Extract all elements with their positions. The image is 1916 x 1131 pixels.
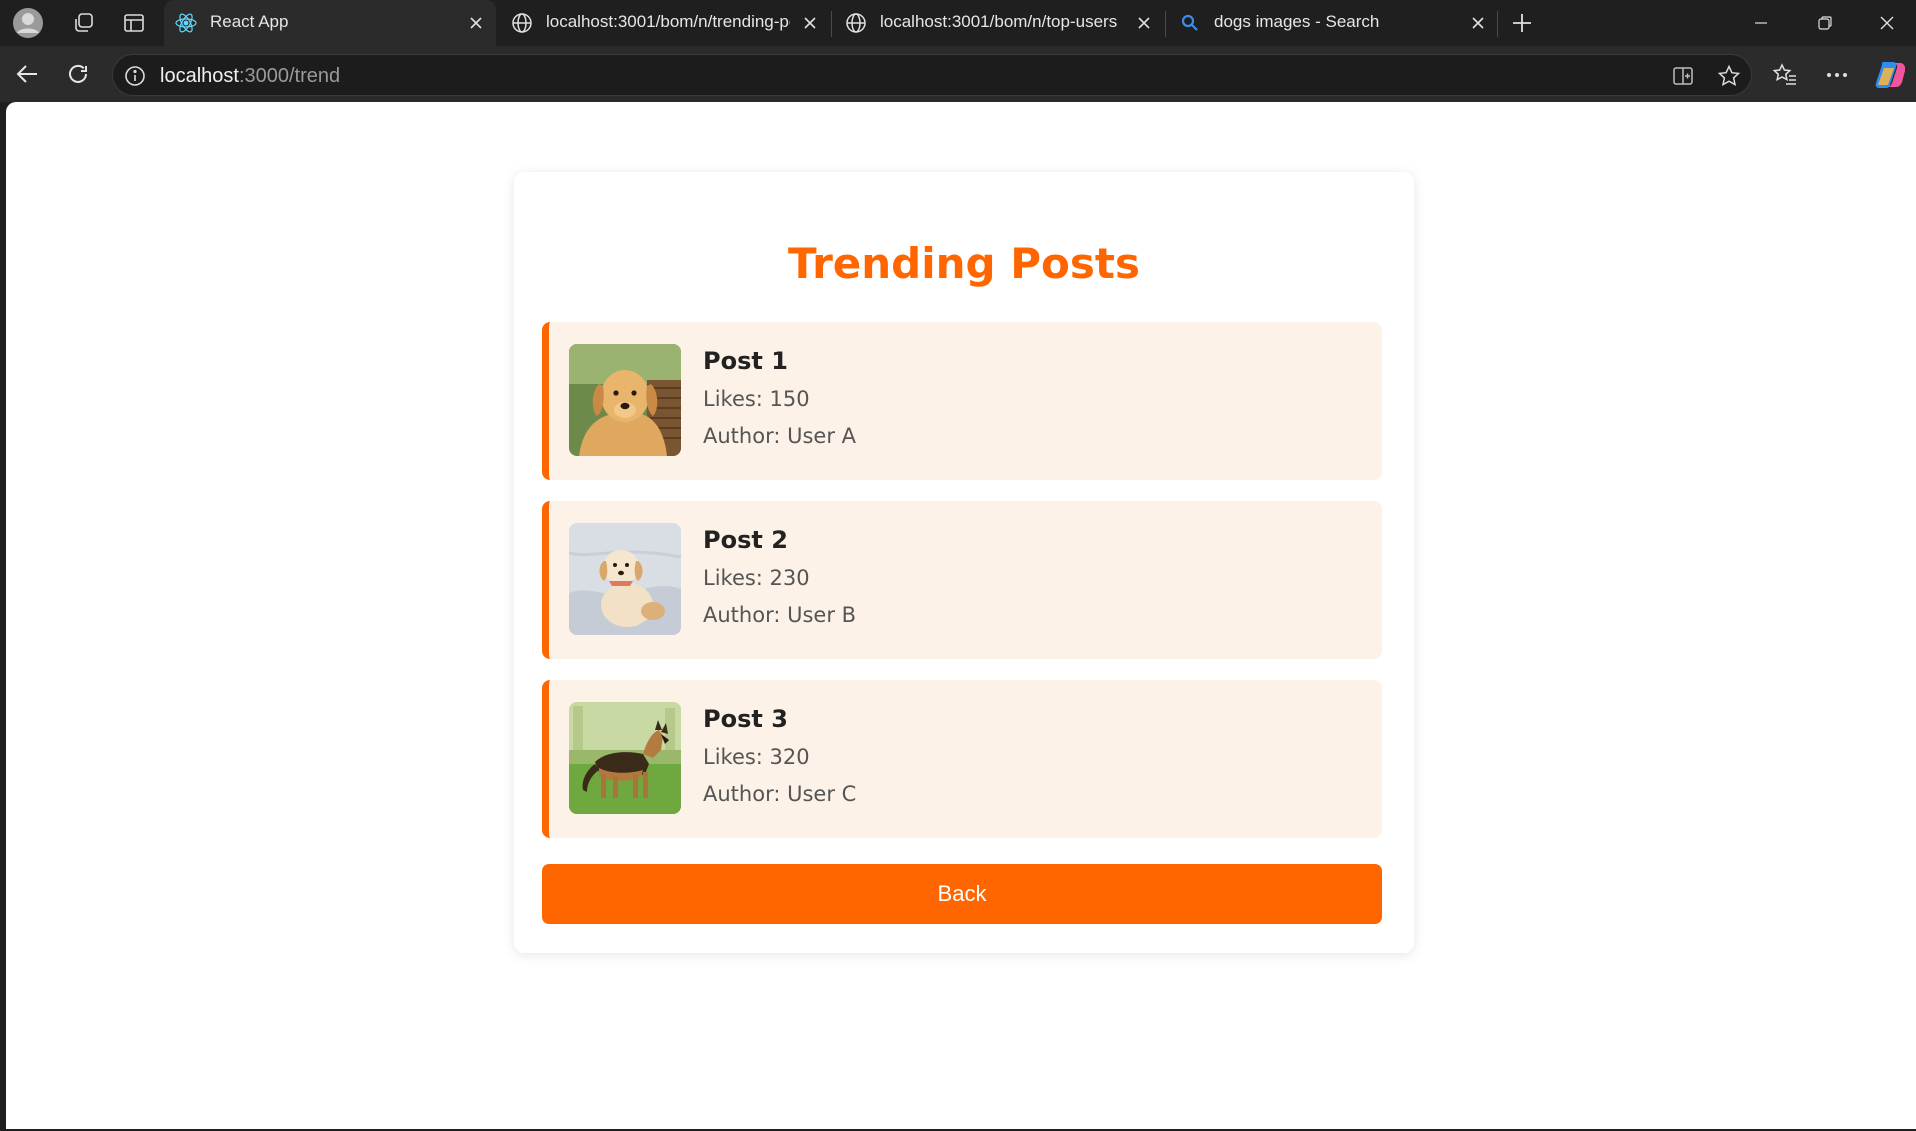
post-title: Post 2 — [703, 526, 788, 554]
tab-separator — [1165, 11, 1166, 37]
close-icon[interactable] — [464, 11, 488, 35]
close-icon[interactable] — [1132, 11, 1156, 35]
close-icon[interactable] — [798, 11, 822, 35]
favorite-star-icon[interactable] — [1716, 63, 1742, 89]
post-likes: Likes: 230 — [703, 566, 810, 590]
address-url: localhost:3000/trend — [160, 65, 340, 87]
back-button[interactable]: Back — [542, 864, 1382, 924]
tab-separator — [1497, 11, 1498, 37]
tab-title: React App — [210, 12, 289, 31]
trending-posts-card: Trending Posts Post 1 Likes: 150 Author:… — [514, 172, 1414, 953]
vertical-tabs-icon[interactable] — [114, 4, 154, 42]
minimize-icon[interactable] — [1734, 0, 1788, 46]
tab-title: localhost:3001/bom/n/top-users — [880, 12, 1118, 31]
post-likes: Likes: 320 — [703, 745, 810, 769]
tab-dogs-search[interactable]: dogs images - Search — [1168, 0, 1498, 46]
post-author: Author: User B — [703, 603, 857, 627]
post-author: Author: User A — [703, 424, 856, 448]
window-close-icon[interactable] — [1860, 0, 1914, 46]
split-screen-icon[interactable] — [1670, 63, 1696, 89]
refresh-icon[interactable] — [58, 54, 98, 94]
page-viewport: Trending Posts Post 1 Likes: 150 Author:… — [6, 102, 1916, 1129]
url-host: localhost — [160, 65, 239, 87]
tab-top-users[interactable]: localhost:3001/bom/n/top-users — [834, 0, 1164, 46]
url-path: :3000/trend — [238, 65, 341, 87]
tab-strip: React App localhost:3001/bom/n/trending-… — [0, 0, 1916, 46]
react-icon — [174, 11, 198, 35]
more-options-icon[interactable] — [1820, 58, 1854, 92]
post-image — [569, 344, 681, 456]
site-info-icon[interactable] — [123, 64, 147, 88]
tab-trending-posts[interactable]: localhost:3001/bom/n/trending-posts — [500, 0, 830, 46]
close-icon[interactable] — [1466, 11, 1490, 35]
tab-title: localhost:3001/bom/n/trending-posts — [546, 12, 790, 31]
post-likes: Likes: 150 — [703, 387, 810, 411]
copilot-icon[interactable] — [1872, 58, 1906, 92]
page-title: Trending Posts — [788, 239, 1140, 288]
post-card: Post 2 Likes: 230 Author: User B — [542, 501, 1382, 659]
tab-react-app[interactable]: React App — [164, 0, 496, 46]
favorites-icon[interactable] — [1768, 58, 1802, 92]
restore-icon[interactable] — [1798, 0, 1852, 46]
post-card: Post 3 Likes: 320 Author: User C — [542, 680, 1382, 838]
globe-icon — [844, 11, 868, 35]
workspaces-icon[interactable] — [64, 4, 104, 42]
tab-title: dogs images - Search — [1214, 12, 1380, 31]
search-icon — [1178, 11, 1202, 35]
browser-toolbar: localhost:3000/trend — [0, 46, 1916, 102]
globe-icon — [510, 11, 534, 35]
back-arrow-icon[interactable] — [8, 54, 48, 94]
post-card: Post 1 Likes: 150 Author: User A — [542, 322, 1382, 480]
address-bar[interactable]: localhost:3000/trend — [112, 54, 1752, 96]
post-title: Post 3 — [703, 705, 788, 733]
post-title: Post 1 — [703, 347, 788, 375]
post-image — [569, 702, 681, 814]
post-author: Author: User C — [703, 782, 857, 806]
profile-avatar-icon[interactable] — [8, 4, 48, 42]
new-tab-icon[interactable] — [1502, 4, 1542, 42]
post-image — [569, 523, 681, 635]
tab-separator — [831, 11, 832, 37]
